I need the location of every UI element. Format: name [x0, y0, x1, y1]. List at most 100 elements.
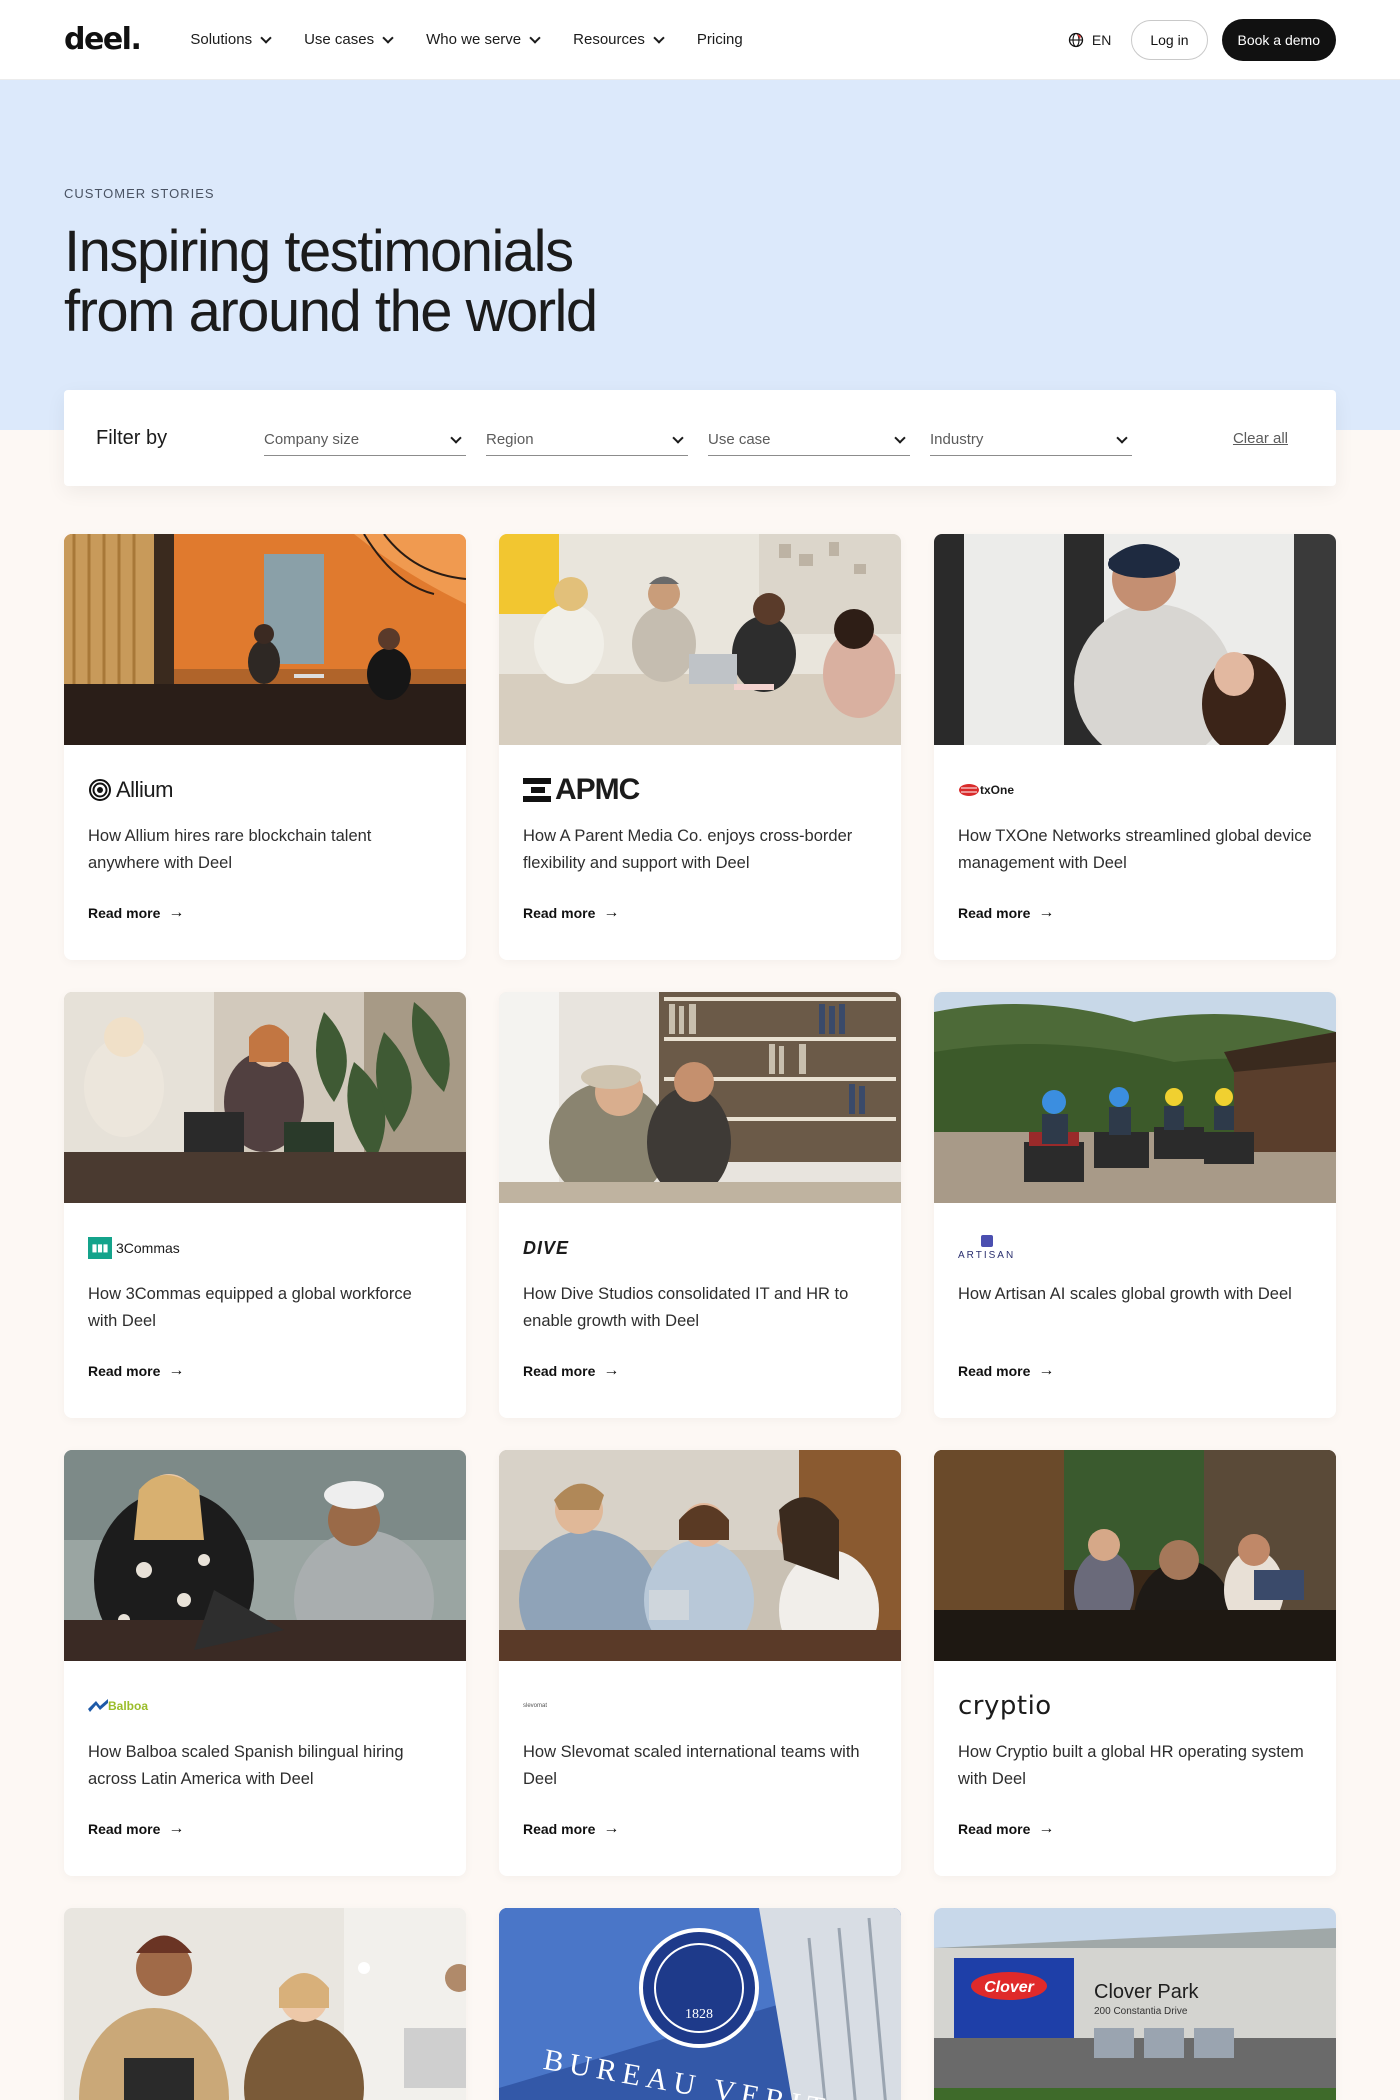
read-more-link[interactable]: Read more → — [523, 1362, 619, 1380]
chevron-down-icon — [1116, 431, 1128, 444]
story-description: How Allium hires rare blockchain talent … — [88, 827, 372, 872]
story-description: How 3Commas equipped a global workforce … — [88, 1285, 412, 1330]
nav-item-use-cases[interactable]: Use cases — [304, 31, 394, 48]
nav-item-solutions[interactable]: Solutions — [190, 31, 272, 48]
story-card[interactable]: Clover Clover Park 200 Constantia Drive — [934, 1908, 1336, 2100]
read-more-link[interactable]: Read more → — [523, 904, 619, 922]
brand-logo: Balboa — [88, 1691, 442, 1721]
nav-item-label: Solutions — [190, 31, 253, 48]
story-description: How Balboa scaled Spanish bilingual hiri… — [88, 1743, 404, 1788]
nav-item-label: Use cases — [304, 31, 375, 48]
artisan-logo-icon — [980, 1235, 993, 1247]
read-more-link[interactable]: Read more → — [958, 1362, 1054, 1380]
story-card[interactable]: Allium How Allium hires rare blockchain … — [64, 534, 466, 960]
login-button[interactable]: Log in — [1131, 19, 1208, 60]
chevron-down-icon — [450, 431, 462, 444]
select-placeholder: Company size — [264, 431, 360, 448]
read-more-link[interactable]: Read more → — [88, 1362, 184, 1380]
apmc-logo-icon — [523, 778, 551, 802]
txone-logo-icon — [959, 784, 979, 796]
story-photo — [934, 534, 1336, 745]
brand-name: cryptio — [958, 1691, 1052, 1721]
read-more-link[interactable]: Read more → — [88, 1820, 184, 1838]
read-more-link[interactable]: Read more → — [958, 1820, 1054, 1838]
story-card[interactable]: Balboa How Balboa scaled Spanish bilingu… — [64, 1450, 466, 1876]
read-more-label: Read more — [958, 905, 1031, 921]
story-card[interactable]: 1828 BUREAU VERITAS — [499, 1908, 901, 2100]
balboa-logo-icon — [88, 1699, 108, 1712]
region-select[interactable]: Region — [486, 420, 688, 456]
story-description: How TXOne Networks streamlined global de… — [958, 827, 1312, 872]
story-photo — [499, 992, 901, 1203]
deel-logo[interactable]: deel. — [64, 22, 142, 57]
chevron-down-icon — [672, 431, 684, 444]
story-card[interactable]: slevomat How Slevomat scaled internation… — [499, 1450, 901, 1876]
company-size-select[interactable]: Company size — [264, 420, 466, 456]
story-card[interactable] — [64, 1908, 466, 2100]
select-placeholder: Use case — [708, 431, 771, 448]
story-card[interactable]: DIVE How Dive Studios consolidated IT an… — [499, 992, 901, 1418]
arrow-right-icon: → — [168, 1820, 185, 1837]
book-demo-button[interactable]: Book a demo — [1221, 18, 1336, 61]
brand-logo: APMC — [523, 773, 877, 806]
read-more-link[interactable]: Read more → — [88, 904, 184, 922]
read-more-label: Read more — [88, 1821, 161, 1837]
story-description: How A Parent Media Co. enjoys cross-bord… — [523, 827, 853, 872]
chevron-down-icon — [382, 31, 394, 44]
brand-name: ARTISAN — [958, 1250, 1016, 1261]
story-card[interactable]: ARTISAN How Artisan AI scales global gro… — [934, 992, 1336, 1418]
story-photo — [499, 1450, 901, 1661]
allium-logo-icon — [89, 779, 111, 801]
chevron-down-icon — [529, 31, 541, 44]
arrow-right-icon: → — [1038, 1820, 1055, 1837]
brand-name: txOne — [980, 783, 1015, 797]
clear-all-link[interactable]: Clear all — [1233, 430, 1288, 447]
read-more-label: Read more — [523, 905, 596, 921]
story-description: How Dive Studios consolidated IT and HR … — [523, 1285, 849, 1330]
story-card[interactable]: ▮▮▮ 3Commas How 3Commas equipped a globa… — [64, 992, 466, 1418]
read-more-link[interactable]: Read more → — [523, 1820, 619, 1838]
brand-logo: ▮▮▮ 3Commas — [88, 1233, 442, 1263]
hero-eyebrow: CUSTOMER STORIES — [64, 186, 215, 201]
story-card[interactable]: APMC How A Parent Media Co. enjoys cross… — [499, 534, 901, 960]
arrow-right-icon: → — [168, 904, 185, 921]
arrow-right-icon: → — [1038, 904, 1055, 921]
page-title: Inspiring testimonials from around the w… — [64, 219, 598, 344]
brand-logo: ARTISAN — [958, 1233, 1312, 1263]
story-photo — [64, 1908, 466, 2100]
read-more-label: Read more — [88, 905, 161, 921]
nav-item-who-we-serve[interactable]: Who we serve — [426, 31, 541, 48]
brand-name: Allium — [116, 777, 173, 802]
arrow-right-icon: → — [168, 1362, 185, 1379]
nav-item-resources[interactable]: Resources — [573, 31, 665, 48]
use-case-select[interactable]: Use case — [708, 420, 910, 456]
language-selector[interactable]: EN — [1068, 32, 1111, 48]
clover-address-sign: 200 Constantia Drive — [1094, 2006, 1188, 2017]
customer-stories-grid: Allium How Allium hires rare blockchain … — [64, 534, 1336, 2100]
brand-logo: DIVE — [523, 1233, 877, 1263]
arrow-right-icon: → — [603, 1362, 620, 1379]
brand-logo: txOne — [958, 775, 1312, 805]
brand-logo: slevomat — [523, 1691, 877, 1721]
clover-brand-sign: Clover — [984, 1979, 1035, 1996]
nav-item-pricing[interactable]: Pricing — [697, 31, 743, 48]
story-photo — [934, 1450, 1336, 1661]
nav-right: EN Log in Book a demo — [1068, 18, 1336, 61]
story-description: How Artisan AI scales global growth with… — [958, 1285, 1292, 1303]
nav-item-label: Pricing — [696, 31, 743, 48]
3commas-logo-icon: ▮▮▮ — [88, 1237, 112, 1259]
story-photo — [934, 992, 1336, 1203]
arrow-right-icon: → — [603, 904, 620, 921]
filter-bar: Filter by Company size Region Use case I… — [64, 390, 1336, 486]
industry-select[interactable]: Industry — [930, 420, 1132, 456]
story-photo: Clover Clover Park 200 Constantia Drive — [934, 1908, 1336, 2100]
read-more-link[interactable]: Read more → — [958, 904, 1054, 922]
svg-text:1828: 1828 — [685, 2007, 713, 2022]
story-photo — [64, 992, 466, 1203]
story-card[interactable]: txOne How TXOne Networks streamlined glo… — [934, 534, 1336, 960]
story-card[interactable]: cryptio How Cryptio built a global HR op… — [934, 1450, 1336, 1876]
globe-icon — [1068, 32, 1084, 47]
nav-item-label: Who we serve — [426, 31, 522, 48]
story-photo — [499, 534, 901, 745]
story-photo — [64, 1450, 466, 1661]
